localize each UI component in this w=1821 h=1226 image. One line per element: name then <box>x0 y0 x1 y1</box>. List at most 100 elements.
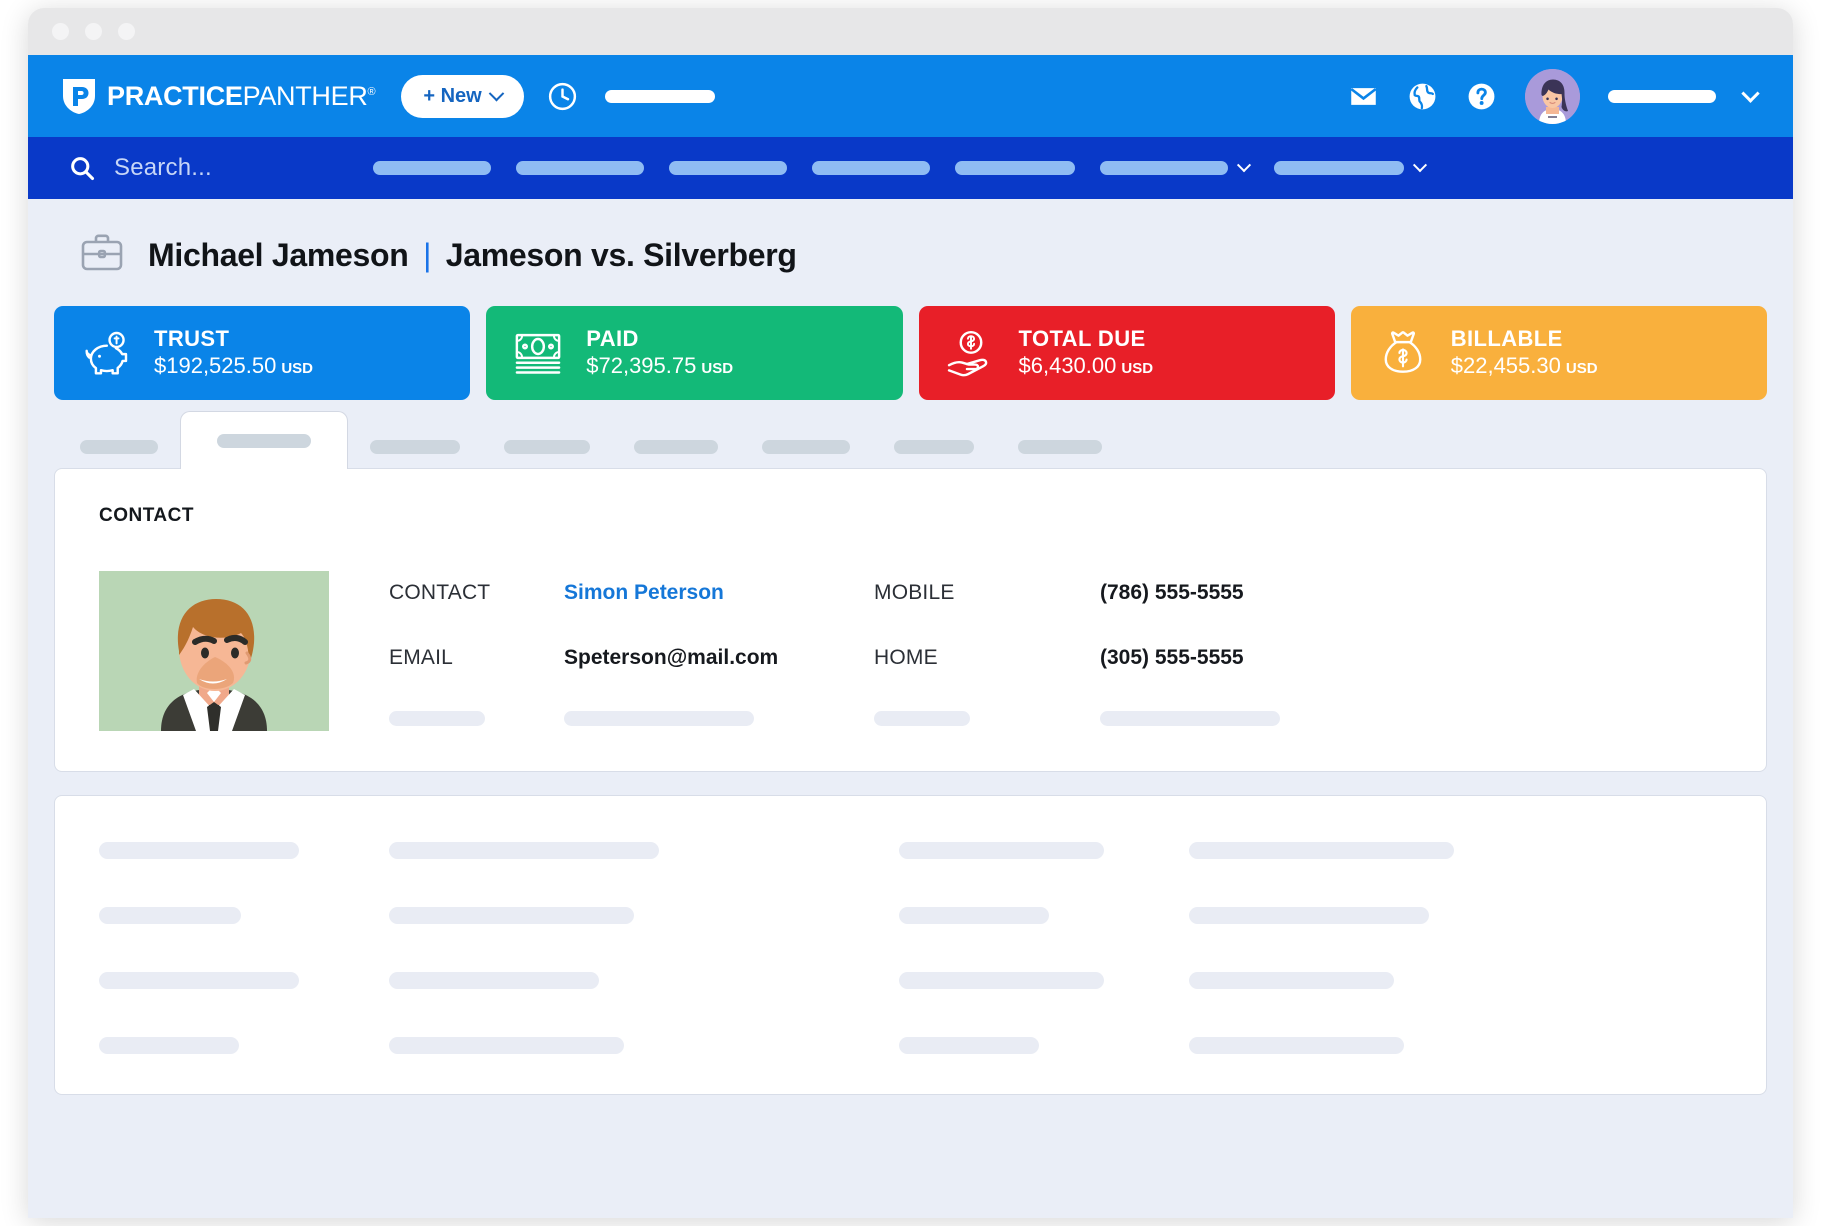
user-avatar[interactable] <box>1525 68 1580 124</box>
tab[interactable] <box>482 426 612 468</box>
tab-active[interactable] <box>180 411 348 469</box>
skeleton-cell <box>389 972 899 989</box>
stat-card-currency: USD <box>1565 360 1598 378</box>
nav-item[interactable] <box>1100 158 1252 175</box>
nav-item[interactable] <box>516 161 644 175</box>
piggy-bank-icon <box>80 327 132 379</box>
clock-icon[interactable] <box>546 80 579 113</box>
field-value-right: (786) 555-5555 <box>1100 580 1244 604</box>
skeleton-bar <box>99 842 299 859</box>
tab-1 <box>80 440 158 454</box>
client-name: Michael Jameson <box>148 237 409 273</box>
app-header: PRACTICEPANTHER® + New <box>28 55 1793 137</box>
skeleton-cell <box>899 842 1189 859</box>
contact-body: CONTACT Simon Peterson MOBILE (786) 555-555… <box>99 571 1722 731</box>
contact-panel: CONTACT CONTACT Simon Peterson MOBILE (7… <box>54 468 1767 772</box>
tab-2 <box>217 433 311 448</box>
briefcase-icon <box>78 229 126 282</box>
title-separator: | <box>423 237 432 273</box>
app-logo-text: PRACTICEPANTHER® <box>107 80 376 112</box>
nav-item-2 <box>516 161 644 175</box>
tab[interactable] <box>872 426 996 468</box>
skeleton-cell <box>899 1037 1189 1054</box>
stat-card-amount: $72,395.75 <box>586 353 697 379</box>
app-header-actions <box>1348 68 1760 124</box>
nav-item[interactable] <box>955 161 1075 175</box>
chevron-down-icon <box>1412 158 1428 173</box>
skeleton-bar <box>1189 1037 1404 1054</box>
window-titlebar <box>28 8 1793 55</box>
skeleton-cell <box>99 842 389 859</box>
new-button[interactable]: + New <box>401 74 524 118</box>
contact-panel-heading: CONTACT <box>99 505 194 526</box>
stat-card-billable[interactable]: BILLABLE $22,455.30 USD <box>1350 306 1767 400</box>
window-close-button[interactable] <box>52 23 69 40</box>
nav-item[interactable] <box>812 161 930 175</box>
globe-icon[interactable] <box>1407 81 1438 112</box>
user-menu-chevron-down-icon[interactable] <box>1741 83 1760 103</box>
window-minimize-button[interactable] <box>85 23 102 40</box>
nav-item-6 <box>1100 161 1228 175</box>
skeleton-cell <box>1189 972 1722 989</box>
stat-card-paid[interactable]: PAID $72,395.75 USD <box>486 306 903 400</box>
field-label-right: MOBILE <box>874 580 955 604</box>
app-logo[interactable]: PRACTICEPANTHER® <box>60 76 376 116</box>
skeleton-bar <box>899 842 1104 859</box>
logo-light: PANTHER <box>242 80 368 111</box>
tab-3 <box>370 440 460 454</box>
stat-card-currency: USD <box>1121 360 1154 378</box>
skeleton-row <box>99 1037 1722 1054</box>
tab[interactable] <box>58 426 180 468</box>
field-value-left[interactable]: Simon Peterson <box>564 581 874 605</box>
hand-coin-icon <box>945 327 997 379</box>
logo-bold: PRACTICE <box>107 80 243 111</box>
skeleton-bar <box>899 972 1104 989</box>
contact-photo <box>99 571 329 731</box>
search-placeholder: Search... <box>114 154 212 181</box>
skeleton-bar <box>1189 907 1429 924</box>
mail-icon[interactable] <box>1348 81 1379 112</box>
stat-card-value: $192,525.50 USD <box>154 352 313 381</box>
tab[interactable] <box>348 426 482 468</box>
header-placeholder-field[interactable] <box>604 89 715 103</box>
nav-item-7 <box>1274 161 1404 175</box>
search-box[interactable]: Search... <box>68 154 373 182</box>
search-icon <box>71 157 95 181</box>
stat-card-total_due[interactable]: TOTAL DUE $6,430.00 USD <box>918 306 1335 400</box>
skeleton-bar <box>389 842 659 859</box>
skeleton-bar <box>1189 842 1454 859</box>
stat-card-amount: $192,525.50 <box>154 353 277 379</box>
tab-8 <box>1018 440 1102 454</box>
financial-summary-cards: TRUST $192,525.50 USD PAID $72,395.75 USD TOTA… <box>48 306 1773 400</box>
stat-card-trust[interactable]: TRUST $192,525.50 USD <box>54 306 471 400</box>
money-bag-icon <box>1377 327 1429 379</box>
nav-item[interactable] <box>373 161 491 175</box>
nav-item[interactable] <box>1274 158 1428 175</box>
field-label-right: HOME <box>874 645 938 669</box>
tab[interactable] <box>996 426 1124 468</box>
stat-card-label: BILLABLE <box>1450 325 1563 351</box>
skeleton-cell <box>1189 842 1722 859</box>
field-value-right: (305) 555-5555 <box>1100 645 1244 669</box>
tab[interactable] <box>612 426 740 468</box>
nav-item[interactable] <box>669 161 787 175</box>
skeleton-bar <box>1189 972 1394 989</box>
contact-placeholder-bar <box>564 710 754 726</box>
logo-registered-mark: ® <box>367 85 376 98</box>
page-header: Michael Jameson | Jameson vs. Silverberg <box>48 199 1773 306</box>
tab-5 <box>634 440 718 454</box>
skeleton-bar <box>899 907 1049 924</box>
skeleton-bar <box>99 1037 239 1054</box>
window-maximize-button[interactable] <box>118 23 135 40</box>
skeleton-cell <box>99 907 389 924</box>
stat-card-label: PAID <box>586 325 639 351</box>
contact-fields: CONTACT Simon Peterson MOBILE (786) 555-555… <box>389 571 1722 731</box>
help-icon[interactable] <box>1466 81 1497 112</box>
nav-item-3 <box>669 161 787 175</box>
skeleton-bar <box>99 972 299 989</box>
chevron-down-icon <box>1236 158 1252 173</box>
skeleton-row <box>99 907 1722 924</box>
skeleton-bar <box>389 907 634 924</box>
tab[interactable] <box>740 426 872 468</box>
tab-4 <box>504 440 590 454</box>
